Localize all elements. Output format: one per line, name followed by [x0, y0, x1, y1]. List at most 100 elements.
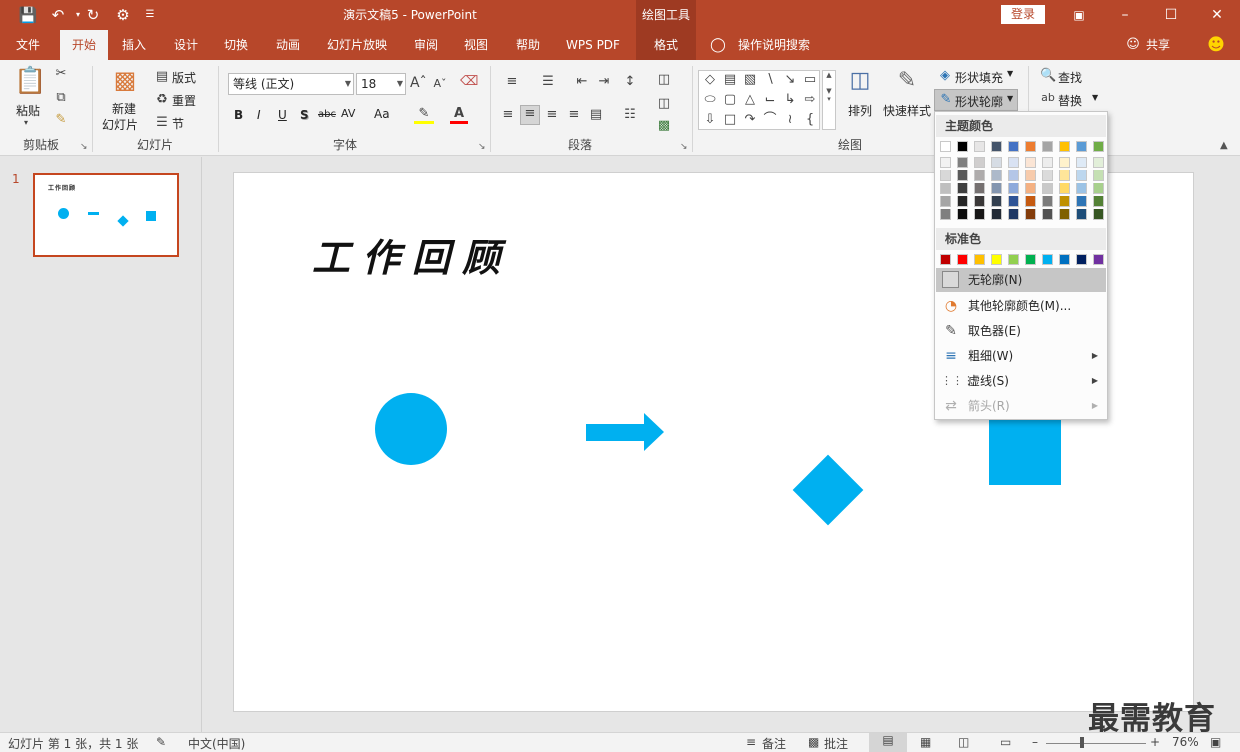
new-slide-label-1[interactable]: 新建	[112, 100, 136, 117]
curved-arrow-icon[interactable]: ↷	[741, 111, 759, 129]
customize-qat-icon[interactable]: ☰	[140, 5, 160, 25]
theme-shade-swatch[interactable]	[957, 196, 968, 207]
italic-button[interactable]: I	[257, 108, 261, 122]
tab-insert[interactable]: 插入	[112, 30, 156, 60]
theme-shade-swatch[interactable]	[991, 157, 1002, 168]
arrow-line-icon[interactable]: ↘	[781, 71, 799, 89]
tab-review[interactable]: 审阅	[404, 30, 448, 60]
zoom-out-icon[interactable]: –	[1032, 735, 1038, 749]
clipboard-launcher-icon[interactable]: ↘	[80, 142, 88, 152]
smiley-feedback-icon[interactable]: ☻	[1204, 30, 1228, 60]
tab-slideshow[interactable]: 幻灯片放映	[318, 30, 396, 60]
clear-formatting-icon[interactable]: ⌫	[460, 74, 478, 89]
textbox-shape-icon[interactable]: ▤	[721, 71, 739, 89]
distributed-icon[interactable]: ▤	[588, 107, 604, 122]
new-slide-icon[interactable]: ▩	[108, 66, 142, 94]
align-left-icon[interactable]: ≡	[500, 107, 516, 122]
tab-home[interactable]: 开始	[60, 30, 108, 60]
standard-color-swatch[interactable]	[991, 254, 1002, 265]
theme-shade-swatch[interactable]	[1076, 157, 1087, 168]
brace-shape-icon[interactable]: {	[801, 111, 819, 129]
font-launcher-icon[interactable]: ↘	[478, 142, 486, 152]
theme-shade-swatch[interactable]	[957, 209, 968, 220]
theme-shade-swatch[interactable]	[940, 170, 951, 181]
font-color-icon[interactable]: A	[450, 106, 468, 124]
shrink-font-icon[interactable]: Aˇ	[432, 77, 448, 90]
theme-shade-swatch[interactable]	[957, 183, 968, 194]
theme-shade-swatch[interactable]	[1042, 209, 1053, 220]
replace-icon[interactable]: ab	[1040, 91, 1056, 104]
theme-shade-swatch[interactable]	[1059, 183, 1070, 194]
reset-icon[interactable]: ♻	[154, 92, 170, 107]
copy-icon[interactable]: ⧉	[52, 90, 70, 105]
theme-shade-swatch[interactable]	[1042, 170, 1053, 181]
columns-icon[interactable]: ◫	[652, 72, 676, 87]
theme-shade-swatch[interactable]	[1008, 157, 1019, 168]
paste-icon[interactable]: 📋	[14, 66, 46, 96]
theme-shade-swatch[interactable]	[1093, 170, 1104, 181]
theme-shade-swatch[interactable]	[1093, 183, 1104, 194]
theme-shade-swatch[interactable]	[940, 196, 951, 207]
tab-file[interactable]: 文件	[4, 30, 52, 60]
align-text-icon[interactable]: ◫	[652, 96, 676, 111]
curve-shape-icon[interactable]: ≀	[781, 111, 799, 129]
reading-view-icon[interactable]: ◫	[958, 735, 969, 749]
elbow-connector-icon[interactable]: ⌙	[761, 91, 779, 109]
standard-color-swatch[interactable]	[1076, 254, 1087, 265]
notes-button[interactable]: 备注	[762, 735, 786, 752]
decrease-indent-icon[interactable]: ⇤	[572, 74, 592, 89]
tell-me-search[interactable]: 操作说明搜索	[732, 30, 816, 60]
theme-shade-swatch[interactable]	[1076, 196, 1087, 207]
theme-color-swatch[interactable]	[991, 141, 1002, 152]
theme-color-swatch[interactable]	[1025, 141, 1036, 152]
login-button[interactable]: 登录	[1001, 5, 1045, 24]
section-button[interactable]: 节	[172, 115, 184, 132]
increase-indent-icon[interactable]: ⇥	[594, 74, 614, 89]
find-icon[interactable]: 🔍	[1040, 68, 1056, 83]
shape-fill-button[interactable]: 形状填充	[955, 69, 1003, 86]
more-colors-item[interactable]: ◔ 其他轮廓颜色(M)...	[936, 294, 1106, 318]
theme-shade-swatch[interactable]	[1008, 183, 1019, 194]
slideshow-view-icon[interactable]: ▭	[1000, 735, 1011, 749]
tab-design[interactable]: 设计	[164, 30, 208, 60]
justify-icon[interactable]: ≡	[566, 107, 582, 122]
standard-color-swatch[interactable]	[974, 254, 985, 265]
find-button[interactable]: 查找	[1058, 69, 1082, 86]
right-arrow-shape-icon[interactable]: ⇨	[801, 91, 819, 109]
theme-shade-swatch[interactable]	[1093, 209, 1104, 220]
shapes-gallery[interactable]: ◇ ▤ ▧ ∖ ↘ ▭ ⬭ ▢ △ ⌙ ↳ ⇨ ⇩ □ ↷ ⌒ ≀ {	[698, 70, 820, 130]
paste-label[interactable]: 粘贴	[16, 102, 40, 119]
oval-shape-icon[interactable]: ⬭	[701, 91, 719, 109]
theme-color-swatch[interactable]	[1008, 141, 1019, 152]
shape-outline-button[interactable]: ✎ 形状轮廓 ▼	[934, 89, 1018, 111]
close-icon[interactable]: ✕	[1194, 0, 1240, 30]
paragraph-launcher-icon[interactable]: ↘	[680, 142, 688, 152]
highlight-icon[interactable]: ✎	[414, 106, 434, 124]
down-arrow-shape-icon[interactable]: ⇩	[701, 111, 719, 129]
circle-shape[interactable]	[375, 393, 447, 465]
theme-shade-swatch[interactable]	[1008, 209, 1019, 220]
layout-button[interactable]: 版式	[172, 69, 196, 86]
theme-shade-swatch[interactable]	[1025, 196, 1036, 207]
theme-shade-swatch[interactable]	[974, 209, 985, 220]
slide-thumbnail[interactable]: 工作回顾	[33, 173, 179, 257]
arc-shape-icon[interactable]: ⌒	[761, 111, 779, 129]
ribbon-display-icon[interactable]: ▣	[1056, 0, 1102, 30]
tab-format[interactable]: 格式	[636, 30, 696, 60]
theme-shade-swatch[interactable]	[1059, 170, 1070, 181]
line-shape-icon[interactable]: ∖	[761, 71, 779, 89]
theme-shade-swatch[interactable]	[1093, 196, 1104, 207]
theme-shade-swatch[interactable]	[1042, 196, 1053, 207]
align-center-icon[interactable]: ≡	[520, 105, 540, 125]
zoom-slider-track[interactable]	[1046, 743, 1146, 744]
theme-color-swatch[interactable]	[1042, 141, 1053, 152]
rounded-rect-icon[interactable]: ▢	[721, 91, 739, 109]
theme-shade-swatch[interactable]	[974, 196, 985, 207]
strikethrough-button[interactable]: abc	[318, 109, 336, 120]
theme-shade-swatch[interactable]	[974, 183, 985, 194]
tab-help[interactable]: 帮助	[506, 30, 550, 60]
minimize-icon[interactable]: –	[1102, 0, 1148, 30]
standard-color-swatch[interactable]	[1025, 254, 1036, 265]
theme-shade-swatch[interactable]	[1008, 170, 1019, 181]
present-icon[interactable]: ⚙	[113, 5, 133, 25]
